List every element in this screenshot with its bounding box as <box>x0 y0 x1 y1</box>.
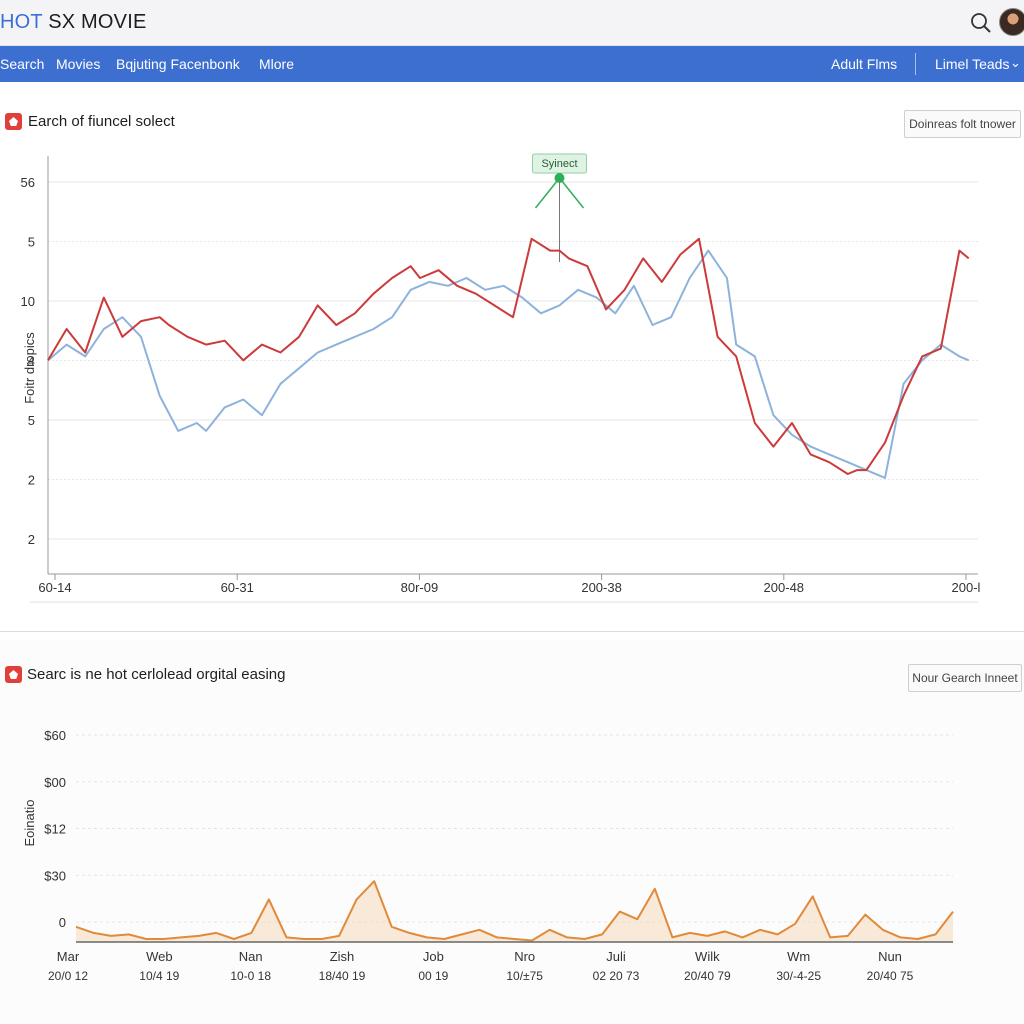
x-tick-sublabel: 00 19 <box>418 969 448 983</box>
area-chart: $60 $00 $12 $30 0 Eoinatio Mar 20/0 12 Web 10/4 1… <box>22 728 954 983</box>
x-tick-sublabel: 10/±75 <box>506 969 543 983</box>
series-line-red <box>47 237 970 475</box>
annotation-point <box>554 173 565 183</box>
x-tick-label: 200-38 <box>581 580 621 595</box>
nav-item-search[interactable]: Search <box>0 56 44 72</box>
y-tick-label: 56 <box>21 175 35 190</box>
x-tick-label: Nan <box>239 949 263 964</box>
title-bar: HOT SX MOVIE <box>0 0 1024 46</box>
y-tick-label: 2 <box>28 473 35 488</box>
x-tick-label: Wilk <box>695 949 720 964</box>
y-tick-label: 2 <box>28 532 35 547</box>
x-tick-sublabel: 20/0 12 <box>48 969 88 983</box>
x-tick-sublabel: 20/40 75 <box>867 969 914 983</box>
area-fill <box>76 881 953 942</box>
y-tick-label: 10 <box>21 294 35 309</box>
line-chart: 565104522Foitr dropics60-14 60-31 80r-09 20… <box>21 153 981 603</box>
y-tick-label: 5 <box>28 235 35 250</box>
annotation-label: Syinect <box>541 158 577 170</box>
nav-item-more[interactable]: Mlore <box>259 56 294 72</box>
y-axis-label: Foitr dropics <box>22 332 37 404</box>
x-tick-label: Zish <box>330 949 355 964</box>
x-tick-label: 60-14 <box>38 580 71 595</box>
x-tick-label: 200-48 <box>764 580 804 595</box>
x-tick-sublabel: 02 20 73 <box>593 969 640 983</box>
y-tick-label: 0 <box>59 915 66 930</box>
x-tick-label: Nun <box>878 949 902 964</box>
x-tick-label: Nro <box>514 949 535 964</box>
avatar[interactable] <box>999 8 1024 36</box>
y-tick-label: $60 <box>44 728 66 743</box>
x-tick-label: 80r-09 <box>401 580 439 595</box>
x-tick-label: Job <box>423 949 444 964</box>
nav-bar: Search Movies Bqjuting Facenbonk Mlore A… <box>0 46 1024 82</box>
nav-item-facebook[interactable]: Bqjuting Facenbonk <box>116 56 240 72</box>
nav-divider <box>915 53 916 75</box>
x-tick-label: Web <box>146 949 173 964</box>
x-tick-label: 60-31 <box>221 580 254 595</box>
x-tick-sublabel: 20/40 79 <box>684 969 731 983</box>
app-title: HOT SX MOVIE <box>0 11 147 33</box>
x-tick-label: 200-l <box>952 580 981 595</box>
y-tick-label: $30 <box>44 868 66 883</box>
x-tick-sublabel: 10/4 19 <box>139 969 179 983</box>
nav-item-limel-teads[interactable]: Limel Teads <box>935 56 1009 72</box>
x-tick-label: Juli <box>606 949 626 964</box>
search-icon[interactable] <box>968 10 994 36</box>
y-tick-label: $00 <box>44 775 66 790</box>
x-tick-label: Wm <box>787 949 810 964</box>
chevron-down-icon[interactable]: ⌄ <box>1010 55 1021 71</box>
y-tick-label: $12 <box>44 822 66 837</box>
x-tick-sublabel: 18/40 19 <box>319 969 366 983</box>
series-line-blue <box>47 249 970 479</box>
nav-item-adult-films[interactable]: Adult Flms <box>831 56 897 72</box>
y-axis-label: Eoinatio <box>22 800 37 847</box>
x-tick-sublabel: 30/-4-25 <box>776 969 821 983</box>
nav-item-movies[interactable]: Movies <box>56 56 100 72</box>
chart-panel-2: Searc is ne hot cerlolead orgital easing… <box>0 640 1024 1024</box>
chart-panel-1: Earch of fiuncel solect Doinreas folt tn… <box>0 82 1024 632</box>
x-tick-label: Mar <box>57 949 80 964</box>
x-tick-sublabel: 10-0 18 <box>230 969 271 983</box>
y-tick-label: 5 <box>28 413 35 428</box>
